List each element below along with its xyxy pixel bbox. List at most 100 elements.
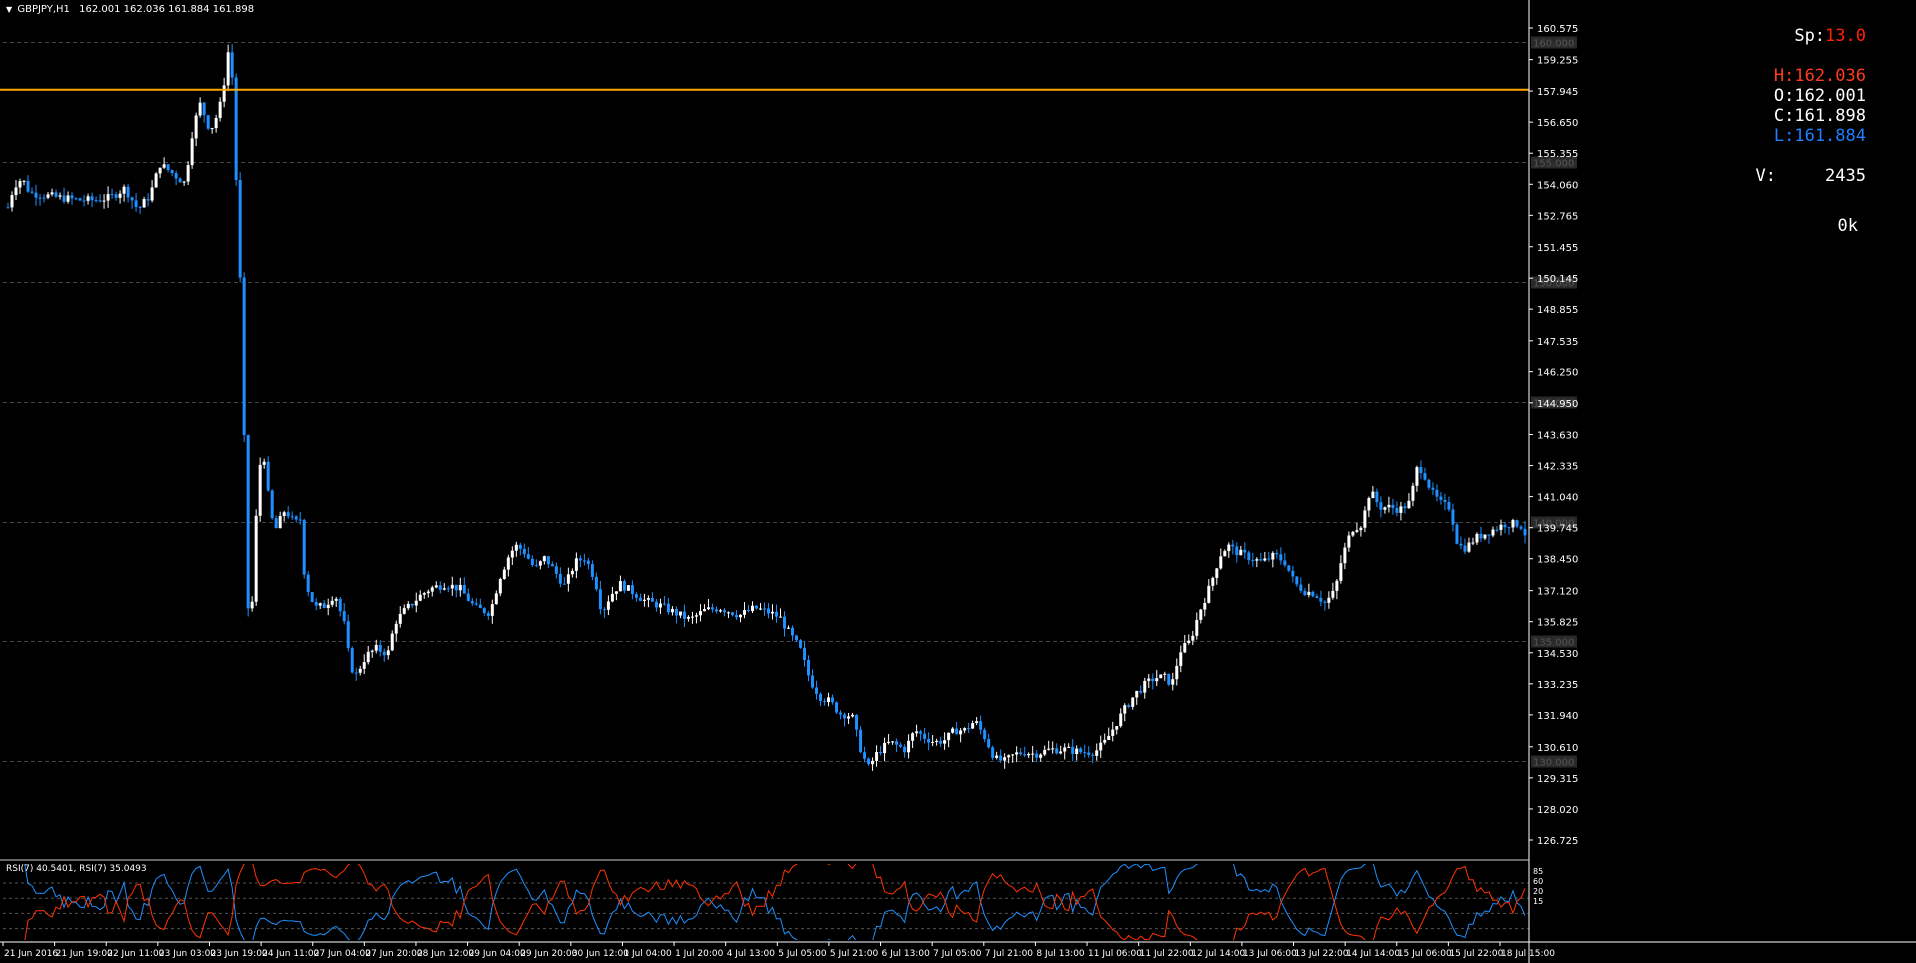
candle-body — [1203, 602, 1207, 610]
candle-body — [162, 164, 166, 168]
candle-body — [1291, 570, 1295, 577]
candle-body — [114, 194, 118, 198]
candle-body — [290, 516, 294, 518]
candle-body — [402, 608, 406, 614]
candle-body — [1195, 619, 1199, 636]
candle-body — [558, 573, 562, 584]
candle-body — [730, 612, 734, 616]
candle-body — [430, 587, 434, 592]
candle-body — [919, 731, 923, 734]
candle-body — [26, 180, 30, 192]
candle-body — [358, 668, 362, 673]
candle-body — [1015, 752, 1019, 755]
candle-body — [783, 616, 787, 629]
candle-body — [714, 609, 718, 612]
price-chart[interactable]: 160.000155.000150.000145.000140.000135.0… — [0, 0, 1916, 963]
candle-body — [82, 200, 86, 202]
candle-body — [999, 755, 1003, 761]
candle-body — [242, 277, 246, 436]
candle-body — [1431, 487, 1435, 490]
candle-body — [750, 605, 754, 612]
candle-body — [230, 52, 234, 78]
candle-body — [1363, 510, 1367, 528]
candle-body — [362, 662, 366, 669]
time-tick-label: 1 Jul 20:00 — [675, 949, 724, 959]
candle-body — [787, 627, 791, 629]
time-tick-label: 13 Jul 22:00 — [1295, 949, 1349, 959]
price-tick-label: 143.630 — [1537, 430, 1578, 441]
time-tick-label: 15 Jul 06:00 — [1398, 949, 1452, 959]
price-tick-label: 133.235 — [1537, 680, 1578, 691]
candle-body — [42, 197, 46, 199]
candle-body — [454, 584, 458, 591]
candle-body — [390, 633, 394, 651]
candle-body — [1523, 528, 1527, 536]
candle-body — [779, 616, 783, 618]
candle-body — [1075, 748, 1079, 755]
candle-body — [899, 744, 903, 747]
candle-body — [282, 512, 286, 516]
candle-body — [1411, 485, 1415, 501]
candle-body — [767, 608, 771, 614]
candle-body — [1235, 546, 1239, 556]
candle-body — [1007, 755, 1011, 758]
candle-body — [266, 461, 270, 491]
candle-body — [550, 564, 554, 567]
candle-body — [971, 723, 975, 729]
candle-body — [534, 565, 538, 567]
candle-body — [819, 693, 823, 702]
candle-body — [542, 556, 546, 562]
candle-body — [1259, 559, 1263, 561]
candle-body — [166, 164, 170, 171]
candle-body — [1187, 640, 1191, 643]
candle-body — [586, 560, 590, 565]
candle-body — [186, 165, 190, 182]
candle-body — [983, 729, 987, 740]
symbol-label: GBPJPY,H1 — [17, 4, 70, 15]
candle-body — [1119, 713, 1123, 727]
candle-body — [234, 77, 238, 181]
candle-body — [386, 650, 390, 656]
candle-body — [1415, 467, 1419, 486]
candle-body — [1295, 576, 1299, 585]
price-tick-label: 151.455 — [1537, 243, 1578, 254]
candle-body — [154, 173, 158, 188]
candle-body — [1067, 746, 1071, 748]
dropdown-triangle-icon[interactable]: ▼ — [6, 5, 12, 14]
candle-body — [190, 138, 194, 166]
candle-body — [18, 181, 22, 188]
time-tick-label: 24 Jun 11:00 — [262, 949, 319, 959]
candle-body — [658, 603, 662, 608]
candle-body — [1351, 531, 1355, 536]
candle-body — [258, 464, 262, 516]
candle-body — [346, 621, 350, 649]
candle-body — [1127, 705, 1131, 707]
rsi-scale-label: 85 — [1533, 867, 1543, 876]
candle-body — [654, 601, 658, 608]
candle-body — [458, 584, 462, 591]
candle-body — [206, 115, 210, 129]
candle-body — [927, 738, 931, 743]
candle-body — [1055, 748, 1059, 754]
candle-body — [366, 651, 370, 663]
candle-body — [470, 600, 474, 604]
candle-body — [110, 194, 114, 196]
candle-body — [66, 195, 70, 202]
candle-body — [574, 558, 578, 571]
candle-body — [1515, 520, 1519, 527]
candle-body — [262, 461, 266, 465]
candle-body — [923, 733, 927, 739]
candle-body — [210, 128, 214, 130]
candle-body — [843, 714, 847, 719]
candle-body — [1271, 552, 1275, 560]
time-tick-label: 28 Jun 12:00 — [417, 949, 474, 959]
candle-body — [618, 581, 622, 592]
price-tick-label: 139.745 — [1537, 524, 1578, 535]
spread-row: Sp:13.0 — [1694, 6, 1866, 66]
candle-body — [538, 561, 542, 566]
candle-body — [815, 687, 819, 694]
chart-window[interactable]: 160.000 155.000 150.000 145.000 140.000 135.0… — [0, 0, 1916, 963]
candle-body — [943, 740, 947, 744]
candle-body — [726, 612, 730, 614]
candle-body — [10, 195, 14, 208]
